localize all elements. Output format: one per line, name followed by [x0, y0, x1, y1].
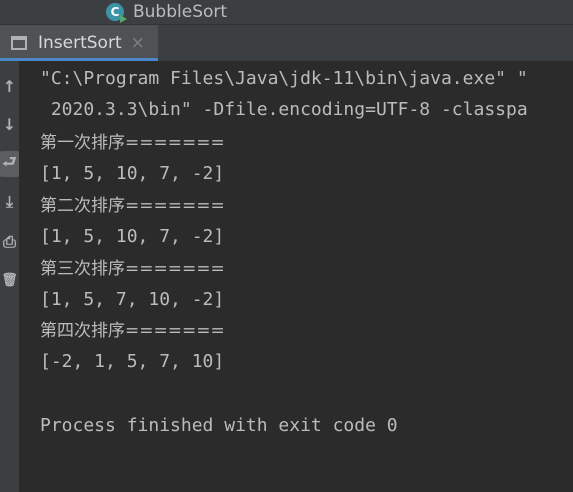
scroll-to-end-icon[interactable]: ⤓ [0, 189, 19, 215]
down-arrow-icon[interactable]: ↓ [0, 111, 19, 137]
console-line: [1, 5, 10, 7, -2] [40, 226, 225, 247]
ide-window: C BubbleSort InsertSort × ↑ ↓ ⮐ ⤓ ⎙ 🗑 "C… [0, 0, 573, 492]
run-tab-label: InsertSort [38, 33, 122, 53]
console-line: [1, 5, 7, 10, -2] [40, 289, 225, 310]
run-tool-window-tab-bar: InsertSort × [0, 24, 573, 61]
console-line: 第四次排序======= [40, 321, 225, 341]
console-line: 第二次排序======= [40, 196, 225, 216]
up-arrow-icon[interactable]: ↑ [0, 73, 19, 99]
java-class-icon: C [106, 3, 127, 23]
console-line: Process finished with exit code 0 [40, 415, 398, 436]
console-line: 第三次排序======= [40, 259, 225, 279]
editor-tab-label: BubbleSort [133, 2, 228, 22]
console-line: [-2, 1, 5, 7, 10] [40, 351, 225, 372]
console-line: "C:\Program Files\Java\jdk-11\bin\java.e… [40, 68, 528, 89]
print-icon[interactable]: ⎙ [0, 229, 19, 255]
class-icon-letter: C [110, 5, 120, 19]
console-icon [11, 36, 27, 50]
run-tab-insertsort[interactable]: InsertSort × [0, 25, 158, 61]
soft-wrap-icon[interactable]: ⮐ [0, 151, 19, 177]
console-line: 第一次排序======= [40, 133, 225, 153]
editor-tab-bubblesort[interactable]: C BubbleSort [106, 0, 227, 24]
run-side-toolbar: ↑ ↓ ⮐ ⤓ ⎙ 🗑 [0, 61, 19, 492]
trash-icon[interactable]: 🗑 [0, 267, 19, 293]
editor-tab-bar: C BubbleSort [0, 0, 573, 24]
close-icon[interactable]: × [131, 34, 145, 52]
console-line: 2020.3.3\bin" -Dfile.encoding=UTF-8 -cla… [40, 99, 528, 120]
console-line: [1, 5, 10, 7, -2] [40, 163, 225, 184]
console-output[interactable]: "C:\Program Files\Java\jdk-11\bin\java.e… [19, 61, 573, 492]
run-badge-icon [120, 15, 127, 23]
